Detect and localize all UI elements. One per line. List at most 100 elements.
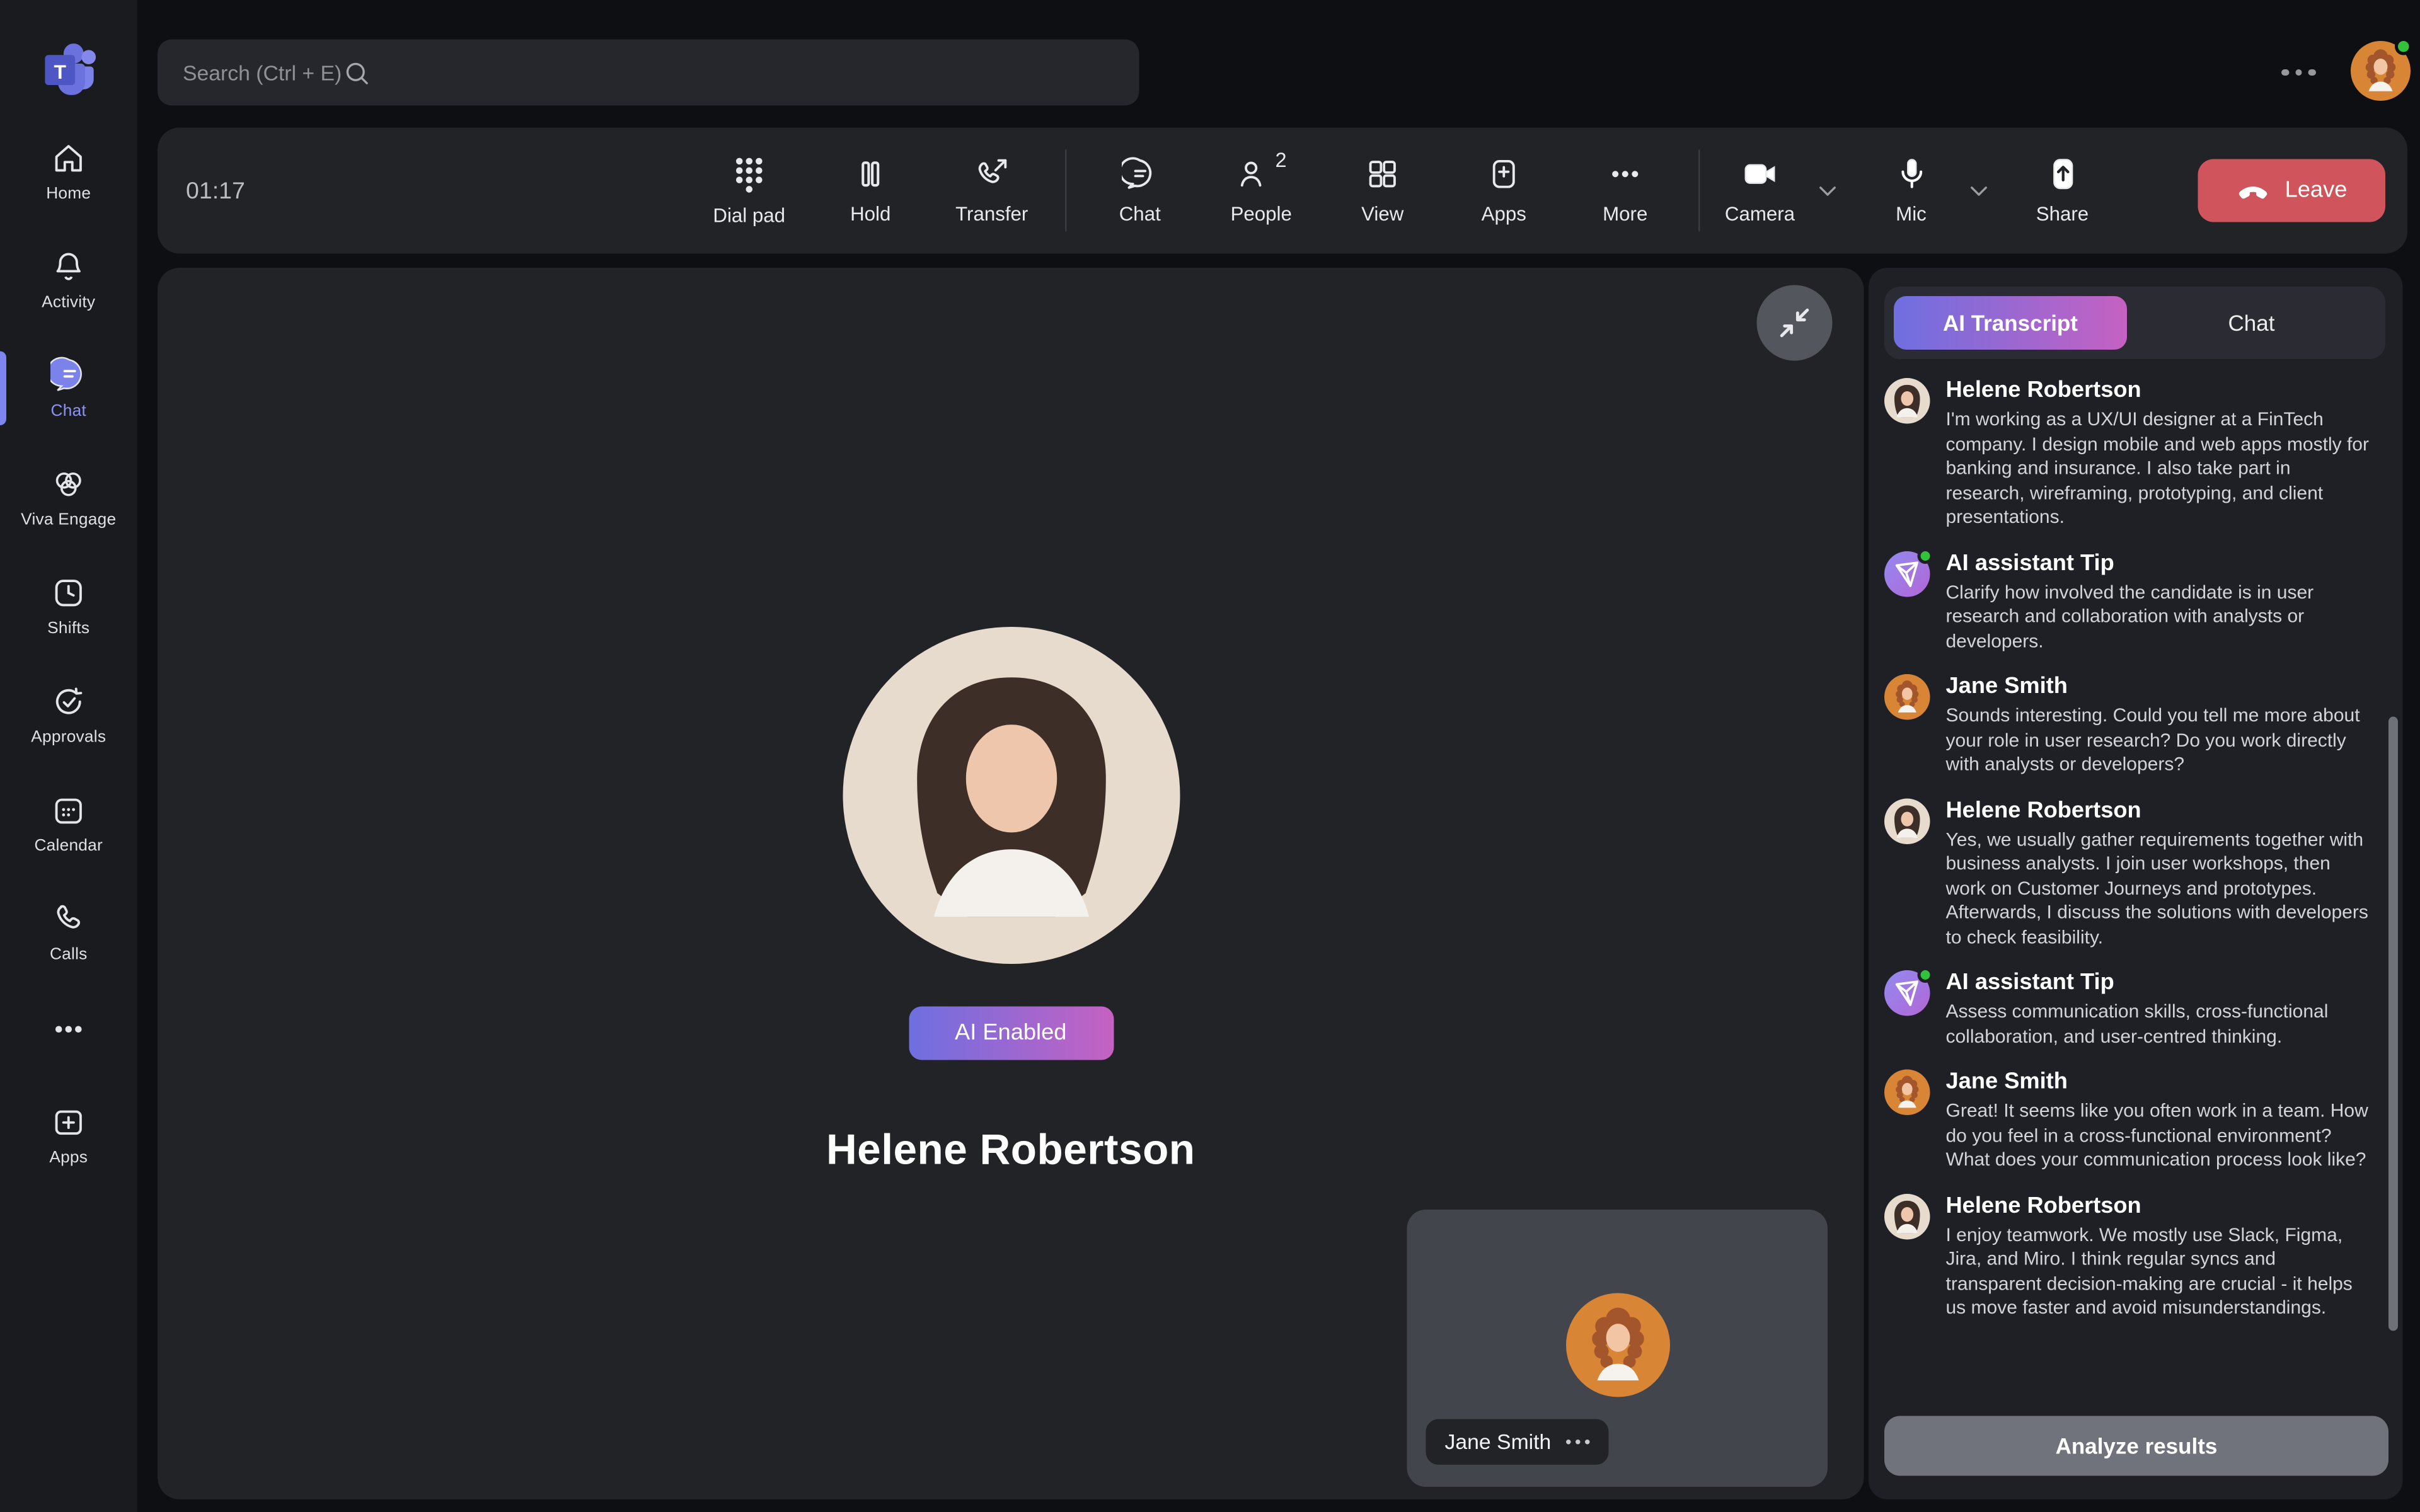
pip-name-label: Jane Smith <box>1426 1419 1609 1465</box>
transcript-message: Jane Smith Great! It seems like you ofte… <box>1884 1070 2371 1173</box>
share-button[interactable]: Share <box>2015 140 2110 241</box>
search-input[interactable]: Search (Ctrl + E) <box>158 40 1139 106</box>
call-toolbar: 01:17 Dial pad Hold Transfer <box>158 128 2407 254</box>
transcript-message: Helene Robertson I'm working as a UX/UI … <box>1884 378 2371 530</box>
side-panel: AI Transcript Chat Helene Robertson I'm … <box>1869 268 2403 1499</box>
dialpad-button[interactable]: Dial pad <box>689 140 810 241</box>
approvals-icon <box>50 683 87 719</box>
sidebar-item-chat[interactable]: Chat <box>0 334 137 443</box>
sidebar-item-viva-engage[interactable]: Viva Engage <box>0 443 137 552</box>
transcript-message: Helene Robertson Yes, we usually gather … <box>1884 798 2371 949</box>
avatar-helene <box>1884 798 1930 844</box>
tab-ai-transcript[interactable]: AI Transcript <box>1894 296 2127 350</box>
viva-engage-icon <box>50 466 87 502</box>
leave-label: Leave <box>2285 178 2348 203</box>
leave-button[interactable]: Leave <box>2198 159 2386 222</box>
transcript-list: Helene Robertson I'm working as a UX/UI … <box>1884 378 2371 1389</box>
sidebar-item-calendar[interactable]: Calendar <box>0 769 137 878</box>
collapse-arrows-icon <box>1774 302 1815 343</box>
pip-name: Jane Smith <box>1445 1430 1552 1454</box>
speaker-name: AI assistant Tip <box>1946 551 2371 576</box>
window-more-menu[interactable] <box>2275 60 2322 85</box>
pip-more-icon[interactable] <box>1565 1439 1590 1445</box>
people-icon: 2 <box>1236 156 1287 193</box>
message-text: Clarify how involved the candidate is in… <box>1946 580 2371 653</box>
ai-enabled-badge: AI Enabled <box>908 1007 1113 1060</box>
call-controls: Dial pad Hold Transfer Chat <box>689 128 2386 254</box>
transcript-message: AI assistant Tip Assess communication sk… <box>1884 970 2371 1049</box>
panel-tabs: AI Transcript Chat <box>1884 287 2385 359</box>
mic-chevron-icon[interactable] <box>1959 140 2000 241</box>
self-view-tile: Jane Smith <box>1407 1210 1828 1487</box>
camera-chevron-icon[interactable] <box>1807 140 1848 241</box>
message-text: Great! It seems like you often work in a… <box>1946 1099 2371 1172</box>
sidebar-item-more[interactable] <box>0 986 137 1080</box>
speaker-name: AI assistant Tip <box>1946 970 2371 995</box>
dialpad-icon <box>731 154 768 194</box>
sidebar-item-label: Viva Engage <box>21 510 116 529</box>
more-dots-icon <box>50 1011 87 1048</box>
transcript-message: Helene Robertson I enjoy teamwork. We mo… <box>1884 1193 2371 1321</box>
user-avatar[interactable] <box>2351 41 2411 101</box>
hold-icon <box>853 156 889 193</box>
participant-name: Helene Robertson <box>158 1126 1864 1176</box>
people-count: 2 <box>1275 148 1286 172</box>
avatar-helene <box>1884 378 1930 424</box>
speaker-name: Jane Smith <box>1946 1070 2371 1095</box>
sidebar-item-label: Shifts <box>47 618 89 637</box>
analyze-results-button[interactable]: Analyze results <box>1884 1416 2388 1476</box>
shifts-icon <box>50 574 87 610</box>
apps-button[interactable]: Apps <box>1443 140 1565 241</box>
message-text: Assess communication skills, cross-funct… <box>1946 1000 2371 1050</box>
avatar-ai-assistant <box>1884 970 1930 1016</box>
home-icon <box>50 139 87 176</box>
transfer-button[interactable]: Transfer <box>931 140 1053 241</box>
message-text: Sounds interesting. Could you tell me mo… <box>1946 704 2371 777</box>
status-available-dot <box>1918 967 1933 983</box>
chat-icon <box>50 356 88 394</box>
transcript-scrollbar[interactable] <box>2388 717 2398 1331</box>
chat-button[interactable]: Chat <box>1080 140 1201 241</box>
apps-plus-icon <box>1486 156 1523 193</box>
mic-icon <box>1893 156 1930 193</box>
transcript-message: AI assistant Tip Clarify how involved th… <box>1884 551 2371 654</box>
view-button[interactable]: View <box>1322 140 1444 241</box>
tab-chat[interactable]: Chat <box>2127 296 2376 350</box>
sidebar-item-calls[interactable]: Calls <box>0 878 137 987</box>
camera-button[interactable]: Camera <box>1713 140 1807 241</box>
hold-button[interactable]: Hold <box>810 140 931 241</box>
people-button[interactable]: 2 People <box>1201 140 1322 241</box>
sidebar-item-label: Approvals <box>31 727 106 746</box>
message-text: I enjoy teamwork. We mostly use Slack, F… <box>1946 1223 2371 1320</box>
teams-call-window: T Home Activity Chat Viva Engage <box>0 0 2420 1512</box>
call-timer: 01:17 <box>186 128 245 254</box>
camera-icon <box>1741 156 1779 193</box>
more-button[interactable]: More <box>1565 140 1686 241</box>
phone-icon <box>50 900 87 937</box>
transcript-message: Jane Smith Sounds interesting. Could you… <box>1884 674 2371 777</box>
sidebar-item-shifts[interactable]: Shifts <box>0 551 137 660</box>
sidebar-item-apps[interactable]: Apps <box>0 1080 137 1189</box>
sidebar-item-approvals[interactable]: Approvals <box>0 660 137 769</box>
sidebar-item-label: Calendar <box>34 835 103 854</box>
call-stage: AI Enabled Helene Robertson Jane Smith <box>158 268 1864 1499</box>
collapse-view-button[interactable] <box>1757 285 1833 361</box>
mic-button[interactable]: Mic <box>1864 140 1959 241</box>
avatar-helene <box>1884 1193 1930 1239</box>
chat-bubble-icon <box>1122 156 1158 193</box>
speaker-name: Helene Robertson <box>1946 798 2371 823</box>
sidebar-item-label: Calls <box>50 944 88 963</box>
status-available-dot <box>2395 38 2412 55</box>
sidebar-item-label: Home <box>46 183 91 202</box>
sidebar-item-label: Apps <box>49 1147 88 1166</box>
status-available-dot <box>1918 547 1933 563</box>
search-placeholder: Search (Ctrl + E) <box>183 60 342 84</box>
message-text: I'm working as a UX/UI designer at a Fin… <box>1946 408 2371 530</box>
sidebar-item-home[interactable]: Home <box>0 117 137 226</box>
speaker-name: Jane Smith <box>1946 674 2371 699</box>
avatar-jane <box>1884 674 1930 720</box>
search-icon <box>342 57 372 88</box>
view-grid-icon <box>1364 156 1401 193</box>
svg-text:T: T <box>53 60 66 83</box>
sidebar-item-activity[interactable]: Activity <box>0 226 137 335</box>
